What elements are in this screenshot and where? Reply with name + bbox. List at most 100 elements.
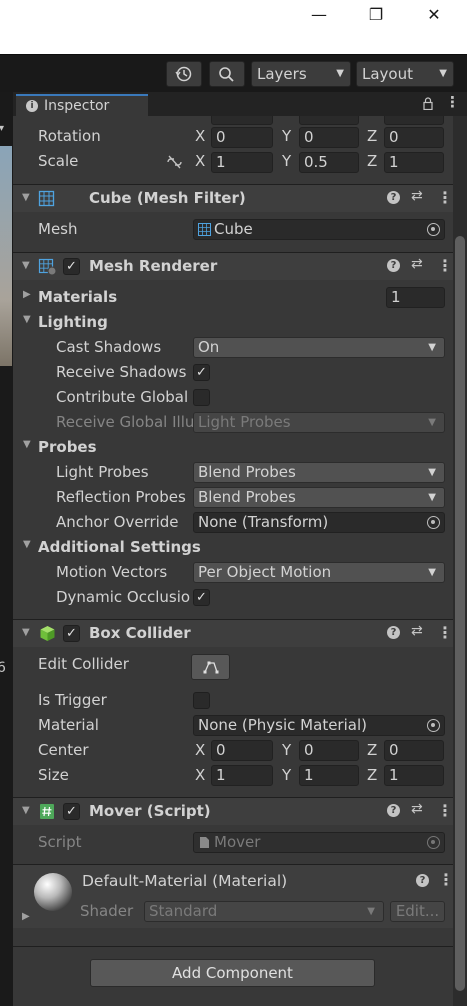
kebab-menu-icon[interactable]: ⋮ bbox=[437, 623, 453, 642]
center-x-field[interactable]: 0 bbox=[211, 740, 273, 761]
rotation-y-field[interactable]: 0 bbox=[299, 127, 359, 148]
foldout-collapsed-icon[interactable]: ▶ bbox=[23, 289, 31, 300]
rotation-x-field[interactable]: 0 bbox=[211, 127, 273, 148]
anchor-override-field[interactable]: None (Transform) bbox=[193, 512, 445, 533]
lock-icon[interactable] bbox=[423, 97, 433, 110]
help-icon[interactable]: ? bbox=[387, 804, 400, 817]
rotation-z-field[interactable]: 0 bbox=[384, 127, 444, 148]
help-icon[interactable]: ? bbox=[387, 259, 400, 272]
kebab-menu-icon[interactable]: ⋮ bbox=[438, 870, 453, 889]
help-icon[interactable]: ? bbox=[416, 874, 429, 887]
kebab-menu-icon[interactable]: ⋮ bbox=[437, 188, 453, 207]
scene-overlay-glyph: 6 bbox=[0, 660, 6, 676]
help-icon[interactable]: ? bbox=[387, 626, 400, 639]
scrollbar-thumb[interactable] bbox=[455, 236, 465, 991]
object-picker-icon[interactable] bbox=[427, 516, 440, 529]
presets-icon[interactable]: ⇄ bbox=[411, 256, 423, 272]
physic-material-value: None (Physic Material) bbox=[198, 716, 367, 734]
mesh-renderer-enabled-checkbox[interactable]: ✓ bbox=[63, 258, 80, 275]
motion-vectors-dropdown[interactable]: Per Object Motion ▼ bbox=[193, 562, 445, 583]
foldout-expanded-icon[interactable]: ▼ bbox=[23, 439, 31, 450]
foldout-expanded-icon[interactable]: ▼ bbox=[22, 627, 30, 638]
constrain-proportions-icon[interactable] bbox=[166, 155, 183, 169]
scale-x-field[interactable]: 1 bbox=[211, 152, 273, 173]
history-icon bbox=[175, 66, 192, 82]
minimize-icon[interactable]: — bbox=[309, 5, 329, 25]
position-y-field[interactable] bbox=[299, 116, 359, 125]
additional-settings-label[interactable]: Additional Settings bbox=[38, 538, 201, 556]
foldout-expanded-icon[interactable]: ▼ bbox=[22, 260, 30, 271]
center-y-field[interactable]: 0 bbox=[299, 740, 359, 761]
mesh-icon bbox=[198, 223, 211, 236]
center-z-field[interactable]: 0 bbox=[384, 740, 444, 761]
is-trigger-checkbox[interactable] bbox=[193, 692, 210, 709]
presets-icon[interactable]: ⇄ bbox=[411, 801, 423, 817]
foldout-expanded-icon[interactable]: ▼ bbox=[22, 192, 30, 203]
scale-y-field[interactable]: 0.5 bbox=[299, 152, 359, 173]
reflection-probes-label: Reflection Probes bbox=[56, 488, 186, 506]
light-probes-value: Blend Probes bbox=[198, 463, 296, 481]
size-z-field[interactable]: 1 bbox=[384, 765, 444, 786]
materials-label[interactable]: Materials bbox=[38, 288, 117, 306]
materials-count-field[interactable]: 1 bbox=[386, 287, 445, 308]
object-picker-icon[interactable] bbox=[427, 719, 440, 732]
mesh-renderer-header[interactable]: ▼ ✓ Mesh Renderer ? ⇄ ⋮ bbox=[13, 252, 453, 280]
kebab-menu-icon[interactable]: ⋮ bbox=[445, 93, 460, 111]
axis-y-label: Y bbox=[282, 741, 292, 759]
lighting-label[interactable]: Lighting bbox=[38, 313, 108, 331]
material-preview-icon[interactable] bbox=[33, 872, 73, 912]
presets-icon[interactable]: ⇄ bbox=[411, 188, 423, 204]
foldout-expanded-icon[interactable]: ▼ bbox=[22, 805, 30, 816]
axis-y-label: Y bbox=[282, 127, 292, 145]
size-x-field[interactable]: 1 bbox=[211, 765, 273, 786]
axis-z-label: Z bbox=[367, 741, 378, 759]
receive-shadows-checkbox[interactable]: ✓ bbox=[193, 364, 210, 381]
box-collider-header[interactable]: ▼ ✓ Box Collider ? ⇄ ⋮ bbox=[13, 619, 453, 647]
object-picker-icon[interactable] bbox=[427, 223, 440, 236]
divider bbox=[13, 946, 453, 947]
cast-shadows-dropdown[interactable]: On ▼ bbox=[193, 337, 445, 358]
motion-vectors-value: Per Object Motion bbox=[198, 563, 332, 581]
chevron-down-icon: ▼ bbox=[336, 68, 344, 79]
receive-gi-value: Light Probes bbox=[198, 413, 291, 431]
presets-icon[interactable]: ⇄ bbox=[411, 623, 423, 639]
inspector-scrollbar[interactable] bbox=[453, 116, 467, 1006]
history-button[interactable] bbox=[166, 61, 202, 87]
box-collider-enabled-checkbox[interactable]: ✓ bbox=[63, 625, 80, 642]
close-icon[interactable]: ✕ bbox=[424, 5, 444, 25]
script-file-icon bbox=[200, 837, 209, 848]
edit-collider-button[interactable] bbox=[191, 654, 230, 680]
layers-dropdown[interactable]: Layers ▼ bbox=[251, 61, 351, 87]
kebab-menu-icon[interactable]: ⋮ bbox=[437, 256, 453, 275]
size-y-field[interactable]: 1 bbox=[299, 765, 359, 786]
reflection-probes-dropdown[interactable]: Blend Probes ▼ bbox=[193, 487, 445, 508]
foldout-expanded-icon[interactable]: ▼ bbox=[23, 539, 31, 550]
position-z-field[interactable] bbox=[384, 116, 444, 125]
layout-dropdown[interactable]: Layout ▼ bbox=[356, 61, 454, 87]
mover-script-title: Mover (Script) bbox=[89, 802, 211, 820]
physic-material-field[interactable]: None (Physic Material) bbox=[193, 715, 445, 736]
restore-icon[interactable]: ❐ bbox=[366, 5, 386, 25]
kebab-menu-icon[interactable]: ⋮ bbox=[437, 801, 453, 820]
add-component-button[interactable]: Add Component bbox=[90, 959, 375, 987]
dynamic-occlusion-checkbox[interactable]: ✓ bbox=[193, 589, 210, 606]
mesh-filter-header[interactable]: ▼ Cube (Mesh Filter) ? ⇄ ⋮ bbox=[13, 184, 453, 212]
mesh-object-field[interactable]: Cube bbox=[193, 219, 445, 240]
search-button[interactable] bbox=[209, 61, 245, 87]
tab-inspector[interactable]: i Inspector bbox=[16, 94, 148, 116]
chevron-down-icon: ▼ bbox=[428, 567, 436, 578]
shader-label: Shader bbox=[80, 902, 134, 920]
chevron-down-icon: ▼ bbox=[428, 467, 436, 478]
light-probes-dropdown[interactable]: Blend Probes ▼ bbox=[193, 462, 445, 483]
chevron-down-icon: ▼ bbox=[439, 68, 447, 79]
help-icon[interactable]: ? bbox=[387, 191, 400, 204]
contribute-gi-checkbox[interactable] bbox=[193, 389, 210, 406]
foldout-expanded-icon[interactable]: ▼ bbox=[23, 314, 31, 325]
mover-script-enabled-checkbox[interactable]: ✓ bbox=[63, 803, 80, 820]
mesh-label: Mesh bbox=[38, 220, 78, 238]
probes-label[interactable]: Probes bbox=[38, 438, 97, 456]
mover-script-header[interactable]: ▼ ✓ Mover (Script) ? ⇄ ⋮ bbox=[13, 797, 453, 825]
position-x-field[interactable] bbox=[211, 116, 273, 125]
scale-z-field[interactable]: 1 bbox=[384, 152, 444, 173]
foldout-collapsed-icon[interactable]: ▶ bbox=[22, 911, 30, 922]
